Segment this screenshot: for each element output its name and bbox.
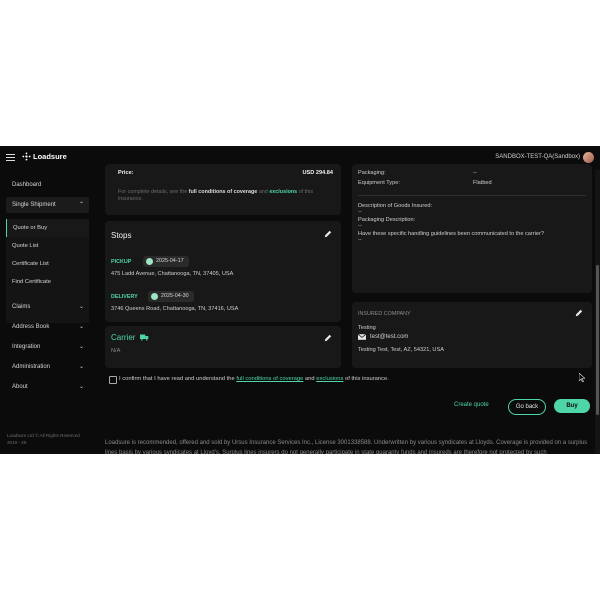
edit-insured-icon[interactable] bbox=[575, 309, 583, 317]
pickup-date: 2025-04-17 bbox=[156, 258, 184, 264]
confirm-suffix: of this insurance. bbox=[344, 376, 389, 382]
sidebar-subitem-label: Certificate List bbox=[12, 261, 49, 267]
insured-company-card: INSURED COMPANY Testing test@test.com Te… bbox=[352, 302, 592, 368]
sidebar-item-administration[interactable]: Administration ⌄ bbox=[6, 359, 89, 375]
sidebar-subitem-label: Find Certificate bbox=[12, 279, 51, 285]
sidebar-subitem-label: Quote or Buy bbox=[13, 225, 48, 231]
stops-title: Stops bbox=[111, 231, 132, 240]
calendar-icon bbox=[151, 293, 158, 300]
insured-title: INSURED COMPANY bbox=[358, 311, 411, 317]
sidebar-item-single-shipment[interactable]: Single Shipment ⌃ bbox=[6, 197, 89, 213]
goods-label: Description of Goods Insured: bbox=[358, 203, 432, 209]
carrier-value: N/A bbox=[111, 348, 121, 354]
mouse-cursor-icon bbox=[579, 373, 585, 382]
price-note-line2: insurance. bbox=[118, 196, 143, 202]
chevron-up-icon: ⌃ bbox=[78, 202, 84, 208]
edit-carrier-icon[interactable] bbox=[324, 334, 332, 342]
price-note: For complete details, see the full condi… bbox=[118, 189, 333, 203]
buy-button[interactable]: Buy bbox=[554, 399, 590, 413]
price-note-text: For complete details, see the bbox=[118, 189, 188, 195]
truck-icon bbox=[140, 334, 149, 341]
price-note-suffix: of this bbox=[298, 189, 314, 195]
sidebar-item-address-book[interactable]: Address Book ⌄ bbox=[6, 319, 89, 335]
price-value: USD 294.84 bbox=[302, 170, 333, 176]
sidebar-subitem-label: Quote List bbox=[12, 243, 39, 249]
sidebar-item-label: Single Shipment bbox=[12, 202, 56, 208]
scrollbar-thumb[interactable] bbox=[596, 265, 599, 415]
calendar-icon bbox=[146, 258, 153, 265]
equipment-label: Equipment Type: bbox=[358, 180, 400, 186]
packaging-desc-value: -- bbox=[358, 223, 362, 229]
delivery-address: 3746 Queens Road, Chattanooga, TN, 37416… bbox=[111, 306, 239, 312]
chevron-down-icon: ⌄ bbox=[78, 364, 84, 370]
sidebar-item-label: Integration bbox=[12, 344, 41, 350]
confirm-text: I confirm that I have read and understan… bbox=[119, 376, 389, 382]
confirm-coverage-link[interactable]: full conditions of coverage bbox=[236, 376, 303, 382]
sidebar: Dashboard Single Shipment ⌃ Quote or Buy … bbox=[0, 170, 94, 454]
coverage-link[interactable]: full conditions of coverage bbox=[189, 189, 258, 195]
insured-email: test@test.com bbox=[370, 334, 409, 340]
pickup-address: 475 Ladd Avenue, Chattanooga, TN, 37405,… bbox=[111, 271, 234, 277]
confirm-prefix: I confirm that I have read and understan… bbox=[119, 376, 235, 382]
handling-label: Have these specific handling guidelines … bbox=[358, 231, 544, 237]
avatar[interactable] bbox=[583, 152, 594, 163]
loadsure-logo-icon bbox=[22, 152, 31, 161]
scrollbar[interactable] bbox=[595, 170, 600, 454]
carrier-title: Carrier bbox=[111, 333, 136, 342]
environment-label[interactable]: SANDBOX-TEST-QA(Sandbox) bbox=[495, 154, 580, 160]
logo-text: Loadsure bbox=[33, 152, 67, 161]
divider bbox=[358, 195, 586, 196]
sidebar-item-label: Administration bbox=[12, 364, 51, 370]
insured-name: Testing bbox=[358, 325, 376, 331]
packaging-desc-label: Packaging Description: bbox=[358, 217, 416, 223]
exclusions-link[interactable]: exclusions bbox=[269, 189, 297, 195]
chevron-down-icon: ⌄ bbox=[78, 304, 84, 310]
freight-details-card: Packaging: -- Equipment Type: Flatbed De… bbox=[352, 164, 592, 293]
chevron-down-icon: ⌄ bbox=[78, 324, 84, 330]
sidebar-item-dashboard[interactable]: Dashboard bbox=[6, 177, 89, 193]
confirm-checkbox[interactable] bbox=[109, 376, 117, 384]
chevron-down-icon: ⌄ bbox=[78, 344, 84, 350]
create-quote-button[interactable]: Create quote bbox=[454, 402, 489, 408]
sidebar-subitem-quote-list[interactable]: Quote List bbox=[6, 237, 89, 255]
delivery-date: 2025-04-30 bbox=[161, 293, 189, 299]
stops-card: Stops PICKUP 2025-04-17 475 Ladd Avenue,… bbox=[105, 221, 341, 322]
sidebar-subitem-certificate-list[interactable]: Certificate List bbox=[6, 255, 89, 273]
delivery-label: DELIVERY bbox=[111, 294, 138, 300]
insured-address: Testing Test, Test, AZ, 54321, USA bbox=[358, 347, 444, 353]
pickup-date-chip: 2025-04-17 bbox=[143, 256, 189, 267]
disclaimer: Loadsure is recommended, offered and sol… bbox=[105, 440, 588, 454]
sidebar-item-label: Claims bbox=[12, 304, 31, 310]
edit-stops-icon[interactable] bbox=[324, 230, 332, 238]
menu-icon[interactable] bbox=[6, 154, 15, 161]
copyright: Loadsure Ltd © All Rights Reserved 2019 … bbox=[7, 433, 80, 445]
mail-icon bbox=[358, 334, 366, 340]
main-content: Price: USD 294.84 For complete details, … bbox=[97, 164, 600, 454]
logo[interactable]: Loadsure bbox=[22, 152, 67, 161]
handling-value: -- bbox=[358, 237, 362, 243]
sidebar-subitem-quote-or-buy[interactable]: Quote or Buy bbox=[6, 219, 89, 237]
app-window: Loadsure SANDBOX-TEST-QA(Sandbox) Dashbo… bbox=[0, 146, 600, 454]
go-back-button[interactable]: Go back bbox=[508, 399, 546, 415]
sidebar-subitem-find-certificate[interactable]: Find Certificate bbox=[6, 273, 89, 291]
sidebar-item-claims[interactable]: Claims ⌄ bbox=[6, 299, 89, 315]
goods-value: -- bbox=[358, 209, 362, 215]
price-note-and: and bbox=[258, 189, 268, 195]
price-label: Price: bbox=[118, 170, 134, 176]
chevron-down-icon: ⌄ bbox=[78, 384, 84, 390]
delivery-date-chip: 2025-04-30 bbox=[148, 291, 194, 302]
confirm-exclusions-link[interactable]: exclusions bbox=[316, 376, 343, 382]
sidebar-item-integration[interactable]: Integration ⌄ bbox=[6, 339, 89, 355]
equipment-value: Flatbed bbox=[473, 180, 492, 186]
sidebar-item-label: Address Book bbox=[12, 324, 50, 330]
packaging-value: -- bbox=[473, 170, 477, 176]
sidebar-item-label: About bbox=[12, 384, 28, 390]
packaging-label: Packaging: bbox=[358, 170, 386, 176]
sidebar-item-label: Dashboard bbox=[12, 182, 42, 188]
carrier-card: Carrier N/A bbox=[105, 326, 341, 368]
confirm-and: and bbox=[304, 376, 315, 382]
pickup-label: PICKUP bbox=[111, 259, 132, 265]
sidebar-item-about[interactable]: About ⌄ bbox=[6, 379, 89, 395]
price-card: Price: USD 294.84 For complete details, … bbox=[105, 164, 341, 215]
